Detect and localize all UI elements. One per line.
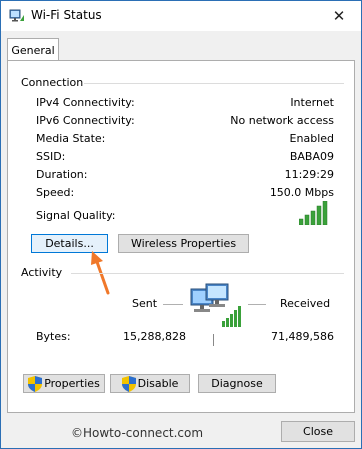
disable-button-label: Disable [137,377,179,390]
connection-divider [84,83,344,84]
tab-strip: General [1,31,361,62]
signal-bars-icon [299,201,328,225]
window-close-button[interactable]: ✕ [317,1,361,31]
bytes-label: Bytes: [36,330,71,343]
disable-button[interactable]: Disable [110,374,190,393]
properties-button[interactable]: Properties [23,374,105,393]
wireless-properties-button[interactable]: Wireless Properties [118,234,249,253]
network-computers-icon [190,283,241,327]
properties-button-label: Properties [44,377,100,390]
duration-label: Duration: [36,168,88,181]
received-label: Received [280,297,331,310]
network-icon [9,9,24,22]
speed-label: Speed: [36,186,75,199]
media-state-label: Media State: [36,132,106,145]
connection-heading: Connection [21,76,84,89]
uac-shield-icon [28,375,43,392]
sent-line [163,304,183,305]
tab-general[interactable]: General [7,38,59,62]
close-button[interactable]: Close [281,421,355,442]
ipv6-label: IPv6 Connectivity: [36,114,135,127]
wifi-status-window: Wi-Fi Status ✕ General Connection IPv4 C… [0,0,362,449]
speed-value: 150.0 Mbps [269,186,334,199]
activity-divider [71,273,344,274]
activity-heading: Activity [21,266,63,279]
uac-shield-icon [121,375,136,392]
duration-value: 11:29:29 [284,168,334,181]
ipv4-value: Internet [290,96,334,109]
bytes-sent-value: 15,288,828 [123,330,186,343]
window-title: Wi-Fi Status [31,8,102,22]
title-bar: Wi-Fi Status ✕ [1,1,361,31]
tab-panel-general: Connection IPv4 Connectivity: Internet I… [7,60,355,413]
ipv6-value: No network access [230,114,334,127]
sent-label: Sent [132,297,158,310]
bytes-separator [213,334,214,346]
diagnose-button[interactable]: Diagnose [198,374,276,393]
media-state-value: Enabled [289,132,334,145]
ssid-value: BABA09 [289,150,334,163]
bytes-received-value: 71,489,586 [271,330,334,343]
ssid-label: SSID: [36,150,66,163]
ipv4-label: IPv4 Connectivity: [36,96,135,109]
received-line [248,304,266,305]
signal-quality-label: Signal Quality: [36,209,116,222]
watermark-text: ©Howto-connect.com [71,426,204,440]
